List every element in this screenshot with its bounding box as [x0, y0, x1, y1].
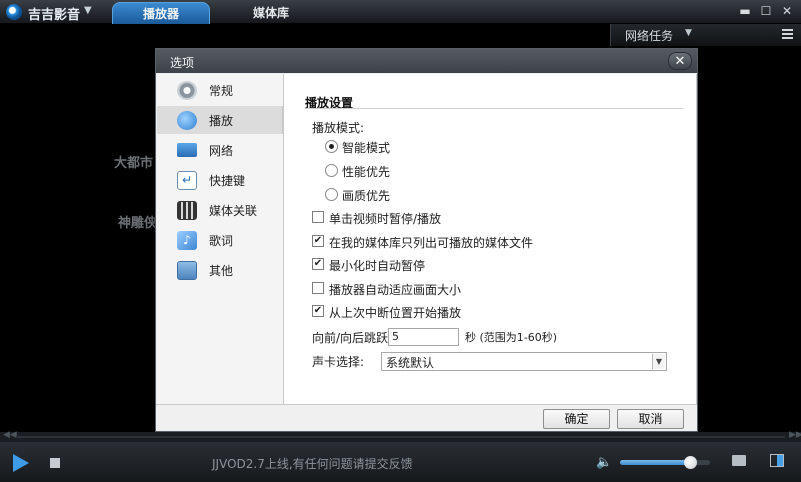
radio-label: 画质优先 — [342, 189, 391, 203]
app-logo-icon — [6, 4, 22, 20]
layout-icon[interactable] — [770, 454, 784, 467]
media-assoc-icon — [177, 201, 197, 220]
nav-label: 快捷键 — [209, 174, 246, 188]
nav-item-other[interactable]: 其他 — [157, 256, 283, 284]
cancel-button[interactable]: 取消 — [617, 409, 684, 429]
nav-item-network[interactable]: 网络 — [157, 136, 283, 164]
play-mode-label: 播放模式: — [312, 121, 365, 135]
options-dialog: 选项 ✕ 常规 播放 网络 ↵ 快捷键 媒体关联 ♪ 歌词 其他 播放设置 播放… — [155, 48, 698, 432]
section-divider — [305, 108, 683, 109]
seek-bar[interactable]: ◀◀ ▶▶ — [0, 430, 801, 442]
shortcut-icon: ↵ — [177, 171, 197, 190]
ok-button[interactable]: 确定 — [543, 409, 610, 429]
radio-performance[interactable] — [325, 164, 338, 177]
radio-quality[interactable] — [325, 188, 338, 201]
nav-item-lyrics[interactable]: ♪ 歌词 — [157, 226, 283, 254]
chevron-down-icon[interactable]: ▼ — [685, 28, 692, 38]
app-menu-arrow-icon[interactable]: ▼ — [84, 5, 92, 16]
player-controls: JJVOD2.7上线,有任何问题请提交反馈 🔈 — [0, 442, 801, 482]
radio-label: 性能优先 — [342, 165, 391, 179]
nav-label: 网络 — [209, 144, 234, 158]
tab-library[interactable]: 媒体库 — [222, 2, 320, 24]
title-bar: 吉吉影音 ▼ 播放器 媒体库 ▬ ☐ ✕ — [0, 0, 801, 24]
volume-icon[interactable]: 🔈 — [596, 455, 612, 470]
seek-forward-icon[interactable]: ▶▶ — [789, 430, 801, 440]
lyrics-icon: ♪ — [177, 231, 197, 250]
nav-label: 歌词 — [209, 234, 234, 248]
maximize-icon[interactable]: ☐ — [757, 3, 775, 20]
volume-slider[interactable] — [620, 456, 710, 469]
play-icon[interactable] — [13, 454, 29, 472]
other-icon — [177, 261, 197, 280]
checkbox-label: 单击视频时暂停/播放 — [329, 212, 442, 226]
tab-player[interactable]: 播放器 — [112, 2, 210, 24]
network-icon — [177, 143, 197, 157]
minimize-icon[interactable]: ▬ — [736, 3, 754, 20]
gear-icon — [177, 81, 197, 100]
folder-icon[interactable] — [732, 455, 746, 466]
nav-item-playback[interactable]: 播放 — [157, 106, 283, 134]
nav-item-media-assoc[interactable]: 媒体关联 — [157, 196, 283, 224]
skip-duration-input[interactable]: 5 — [388, 328, 459, 346]
nav-label: 其他 — [209, 264, 234, 278]
checkbox-auto-fit[interactable] — [312, 282, 324, 294]
checkbox-playable-only[interactable]: ✔ — [312, 235, 324, 247]
playback-settings-panel: 播放设置 播放模式: 智能模式 性能优先 画质优先 单击视频时暂停/播放 ✔ 在… — [283, 74, 697, 404]
nav-label: 媒体关联 — [209, 204, 258, 218]
checkbox-label: 在我的媒体库只列出可播放的媒体文件 — [329, 236, 534, 250]
checkbox-click-pause[interactable] — [312, 211, 324, 223]
background-text: 神雕侠 — [118, 216, 158, 231]
sound-card-label: 声卡选择: — [312, 355, 365, 369]
status-text: JJVOD2.7上线,有任何问题请提交反馈 — [212, 457, 413, 471]
options-nav: 常规 播放 网络 ↵ 快捷键 媒体关联 ♪ 歌词 其他 — [157, 74, 283, 404]
dialog-footer: 确定 取消 — [156, 404, 697, 431]
radio-label: 智能模式 — [342, 141, 391, 155]
checkbox-label: 最小化时自动暂停 — [329, 259, 426, 273]
seek-track[interactable] — [16, 436, 785, 438]
stop-icon[interactable] — [50, 458, 60, 468]
sound-card-select[interactable]: 系统默认 ▼ — [381, 352, 667, 371]
chevron-down-icon[interactable]: ▼ — [652, 354, 665, 369]
nav-item-shortcuts[interactable]: ↵ 快捷键 — [157, 166, 283, 194]
app-title: 吉吉影音 — [28, 8, 81, 23]
dialog-title-bar: 选项 ✕ — [156, 49, 697, 73]
dialog-close-icon[interactable]: ✕ — [668, 52, 692, 70]
seek-back-icon[interactable]: ◀◀ — [3, 430, 17, 440]
checkbox-minimize-pause[interactable]: ✔ — [312, 258, 324, 270]
sound-card-value: 系统默认 — [386, 356, 435, 370]
network-tasks-button[interactable]: 网络任务 — [625, 27, 673, 44]
checkbox-resume[interactable]: ✔ — [312, 305, 324, 317]
volume-knob[interactable] — [684, 456, 697, 469]
dialog-title: 选项 — [170, 56, 195, 70]
list-icon[interactable] — [782, 29, 793, 40]
network-task-bar: 网络任务 ▼ — [610, 24, 801, 46]
nav-label: 常规 — [209, 84, 234, 98]
nav-item-general[interactable]: 常规 — [157, 76, 283, 104]
nav-label: 播放 — [209, 114, 234, 128]
background-text: 大都市 — [114, 156, 154, 171]
skip-duration-unit: 秒 (范围为1-60秒) — [465, 331, 558, 344]
checkbox-label: 从上次中断位置开始播放 — [329, 306, 462, 320]
play-icon — [177, 111, 197, 130]
volume-fill — [620, 460, 690, 465]
close-icon[interactable]: ✕ — [778, 3, 796, 20]
checkbox-label: 播放器自动适应画面大小 — [329, 283, 462, 297]
radio-smart-mode[interactable] — [325, 140, 338, 153]
